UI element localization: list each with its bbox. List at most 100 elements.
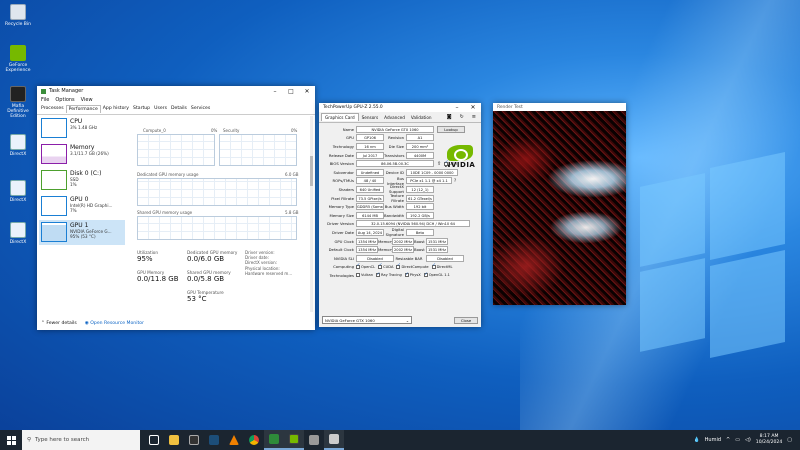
digital-signature-value: Beta (406, 228, 434, 236)
texture-fillrate-value: 61.2 GTexel/s (406, 194, 434, 202)
tab-graphics-card[interactable]: Graphics Card (321, 113, 359, 121)
resource-gpu1[interactable]: GPU 1 NVIDIA GeForce G... 95% (53 °C) (39, 220, 125, 245)
volume-icon[interactable]: ◁) (745, 437, 751, 443)
desktop-icon-label: DirectX (9, 152, 27, 157)
taskbar-app-taskmanager[interactable] (264, 430, 284, 450)
desktop-icon-recycle-bin[interactable]: Recycle Bin (4, 4, 32, 27)
taskbar-app-chrome[interactable] (244, 430, 264, 450)
menu-icon[interactable]: ≡ (469, 113, 479, 121)
field-label: Memory (378, 238, 394, 244)
physx-checkbox: PhysX (404, 272, 421, 278)
scrollbar[interactable] (310, 116, 313, 312)
task-manager-titlebar[interactable]: Task Manager – □ ✕ (37, 86, 315, 96)
tab-services[interactable]: Services (189, 105, 212, 113)
checkbox-label: DirectCompute (401, 264, 429, 269)
gpuz-icon (289, 434, 299, 444)
lookup-button[interactable]: Lookup (437, 125, 465, 133)
taskbar-app-game[interactable] (304, 430, 324, 450)
bus-width-value: 192 bit (406, 203, 434, 211)
refresh-icon[interactable]: ↻ (457, 113, 467, 121)
open-resource-monitor-link[interactable]: ◉ Open Resource Monitor (85, 321, 144, 326)
checkbox-label: OpenGL 1.1 (428, 273, 450, 278)
tab-advanced[interactable]: Advanced (381, 114, 408, 121)
taskbar-task-view[interactable] (144, 430, 164, 450)
tab-details[interactable]: Details (169, 105, 189, 113)
gpu-value: GP106 (356, 134, 384, 142)
network-icon[interactable]: ▭ (735, 437, 740, 443)
resizable-bar-value: Disabled (426, 254, 464, 262)
minimize-button[interactable]: – (267, 88, 283, 95)
weather-icon[interactable]: 💧 (693, 437, 699, 443)
gpu-select-dropdown[interactable]: NVIDIA GeForce GTX 1060 ⌄ (322, 316, 412, 324)
taskbar-app-vlc[interactable] (224, 430, 244, 450)
notifications-icon[interactable]: ▢ (787, 437, 792, 443)
desktop-icon-geforce-experience[interactable]: GeForce Experience (4, 45, 32, 73)
nvidia-eye-icon (447, 145, 473, 161)
desktop-icon-directx-3[interactable]: DirectX (4, 222, 32, 245)
boost-clock-value: 1531 MHz (426, 237, 448, 245)
memory-size-value: 6144 MB (356, 211, 384, 219)
memory-mini-graph (41, 144, 67, 164)
start-button[interactable] (0, 430, 22, 450)
render-test-titlebar[interactable]: Render Test (493, 103, 626, 111)
close-button[interactable]: ✕ (465, 104, 481, 111)
clock-date: 10/24/2024 (755, 440, 783, 445)
close-button[interactable]: ✕ (299, 88, 315, 95)
tab-users[interactable]: Users (152, 105, 169, 113)
taskbar-search-box[interactable]: ⚲ Type here to search (22, 430, 140, 450)
gpuz-titlebar[interactable]: TechPowerUp GPU-Z 2.55.0 – ✕ (319, 103, 481, 112)
desktop-icon-directx-1[interactable]: DirectX (4, 134, 32, 157)
minimize-button[interactable]: – (449, 104, 465, 111)
field-label: Bandwidth (384, 212, 405, 218)
taskbar-app-camera[interactable] (184, 430, 204, 450)
taskbar-app-render-test[interactable] (324, 430, 344, 450)
resource-list: CPU 3% 1.48 GHz Memory 3.1/11.7 GB (26%)… (39, 116, 125, 246)
stat-value: 0.0/5.8 GB (187, 275, 225, 283)
weather-label[interactable]: Humid (705, 437, 721, 443)
task-view-icon (149, 435, 159, 445)
fewer-details-button[interactable]: ⌃ Fewer details (41, 321, 77, 326)
default-clock-value: 1354 MHz (356, 246, 378, 254)
selected-gpu-text: NVIDIA GeForce GTX 1060 (325, 318, 375, 323)
shared-memory-graph (137, 216, 297, 240)
resource-disk[interactable]: Disk 0 (C:) SSD 1% (39, 168, 125, 193)
taskbar-app-gpuz[interactable] (284, 430, 304, 450)
field-label: Texture Fillrate (390, 193, 404, 204)
bus-interface-value: PCIe x1 1.1 @ x4 1.1 (406, 177, 452, 185)
menu-view[interactable]: View (81, 97, 93, 103)
menu-options[interactable]: Options (55, 97, 74, 103)
desktop-icon-label: Mafia Definitive Edition (7, 104, 29, 119)
desktop-icon-mafia[interactable]: Mafia Definitive Edition (4, 86, 32, 119)
help-icon[interactable]: ? (454, 178, 456, 183)
window-title: Render Test (497, 104, 523, 110)
chevron-up-icon[interactable]: ^ (726, 437, 730, 443)
tab-performance[interactable]: Performance (65, 105, 101, 113)
tab-startup[interactable]: Startup (131, 105, 152, 113)
field-label: Shaders (338, 186, 354, 192)
taskbar-apps (144, 430, 344, 450)
dedicated-graph-max: 6.0 GB (285, 172, 299, 177)
taskbar-app-explorer[interactable] (164, 430, 184, 450)
menu-file[interactable]: File (41, 97, 49, 103)
share-icon[interactable]: ⇪ (437, 161, 441, 167)
tab-processes[interactable]: Processes (39, 105, 66, 113)
resource-detail: 1% (70, 182, 77, 187)
field-label: Resizable BAR (395, 255, 423, 261)
close-button[interactable]: Close (454, 316, 478, 324)
pixel-fillrate-value: 73.5 GPixel/s (356, 194, 384, 202)
tab-sensors[interactable]: Sensors (359, 114, 382, 121)
resource-cpu[interactable]: CPU 3% 1.48 GHz (39, 116, 125, 141)
clock[interactable]: 8:17 AM 10/24/2024 (756, 434, 782, 446)
fewer-details-label: Fewer details (46, 321, 77, 326)
camera-icon[interactable]: ◙ (444, 113, 455, 121)
resource-memory[interactable]: Memory 3.1/11.7 GB (26%) (39, 142, 125, 167)
resource-name: CPU (70, 118, 83, 125)
tab-app-history[interactable]: App history (101, 105, 131, 113)
rops-value: 48 / 40 (356, 177, 384, 185)
taskbar-app-steam[interactable] (204, 430, 224, 450)
tab-bar: Processes Performance App history Startu… (37, 104, 315, 115)
maximize-button[interactable]: □ (283, 88, 299, 95)
tab-validation[interactable]: Validation (408, 114, 435, 121)
desktop-icon-directx-2[interactable]: DirectX (4, 180, 32, 203)
resource-gpu0[interactable]: GPU 0 Intel(R) HD Graphi... 7% (39, 194, 125, 219)
